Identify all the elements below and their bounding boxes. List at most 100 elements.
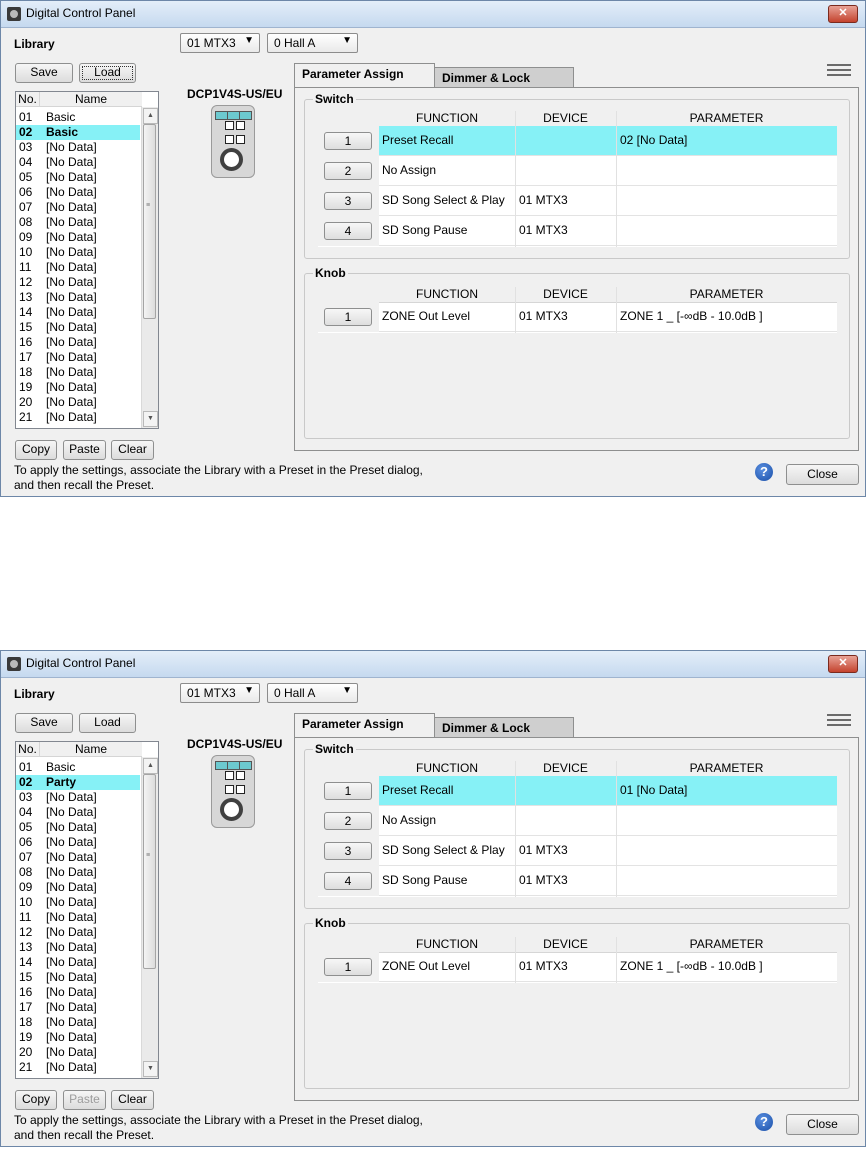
preset-dropdown[interactable]: 0 Hall A ▼	[267, 33, 358, 53]
list-item[interactable]: 02 Party	[16, 775, 140, 790]
device-dropdown[interactable]: 01 MTX3 ▼	[180, 683, 260, 703]
list-item[interactable]: 12 [No Data]	[16, 925, 140, 940]
preset-dropdown[interactable]: 0 Hall A ▼	[267, 683, 358, 703]
scroll-down-icon[interactable]: ▼	[143, 1061, 158, 1077]
list-item[interactable]: 07 [No Data]	[16, 200, 140, 215]
switch-row[interactable]: 4 SD Song Pause 01 MTX3	[318, 866, 837, 896]
title-bar[interactable]: Digital Control Panel ✕	[1, 1, 865, 28]
list-item[interactable]: 17 [No Data]	[16, 1000, 140, 1015]
list-item[interactable]: 20 [No Data]	[16, 395, 140, 410]
switch-assign-button[interactable]: 3	[324, 842, 372, 860]
switch-row[interactable]: 1 Preset Recall 01 [No Data]	[318, 776, 837, 806]
scroll-up-icon[interactable]: ▲	[143, 758, 158, 774]
list-item[interactable]: 10 [No Data]	[16, 895, 140, 910]
list-item[interactable]: 05 [No Data]	[16, 170, 140, 185]
list-item[interactable]: 09 [No Data]	[16, 880, 140, 895]
menu-icon[interactable]	[827, 714, 851, 727]
switch-assign-button[interactable]: 2	[324, 812, 372, 830]
library-scrollbar[interactable]: ▲ ≡ ▼	[141, 107, 158, 428]
menu-icon[interactable]	[827, 64, 851, 77]
list-item[interactable]: 08 [No Data]	[16, 865, 140, 880]
scroll-thumb[interactable]	[143, 774, 156, 969]
title-bar[interactable]: Digital Control Panel ✕	[1, 651, 865, 678]
help-icon[interactable]: ?	[755, 1113, 773, 1131]
list-item[interactable]: 15 [No Data]	[16, 320, 140, 335]
list-item[interactable]: 14 [No Data]	[16, 305, 140, 320]
list-item[interactable]: 11 [No Data]	[16, 260, 140, 275]
save-button[interactable]: Save	[15, 713, 73, 733]
list-item[interactable]: 21 [No Data]	[16, 1060, 140, 1075]
list-header-name[interactable]: Name	[40, 742, 142, 757]
list-item[interactable]: 08 [No Data]	[16, 215, 140, 230]
list-header-no[interactable]: No.	[16, 742, 40, 757]
knob-row[interactable]: 1 ZONE Out Level 01 MTX3 ZONE 1 _ [-∞dB - 1…	[318, 952, 837, 982]
list-item[interactable]: 03 [No Data]	[16, 140, 140, 155]
list-item[interactable]: 02 Basic	[16, 125, 140, 140]
knob-row[interactable]: 1 ZONE Out Level 01 MTX3 ZONE 1 _ [-∞dB - 1…	[318, 302, 837, 332]
clear-button[interactable]: Clear	[111, 440, 154, 460]
clear-button[interactable]: Clear	[111, 1090, 154, 1110]
library-list[interactable]: No. Name 01 Basic 02 Party 03 [No Data] 04 [No …	[15, 741, 159, 1079]
switch-assign-button[interactable]: 4	[324, 222, 372, 240]
switch-row[interactable]: 1 Preset Recall 02 [No Data]	[318, 126, 837, 156]
list-item[interactable]: 19 [No Data]	[16, 1030, 140, 1045]
list-item[interactable]: 21 [No Data]	[16, 410, 140, 425]
list-item[interactable]: 05 [No Data]	[16, 820, 140, 835]
list-item[interactable]: 07 [No Data]	[16, 850, 140, 865]
load-button[interactable]: Load	[79, 713, 136, 733]
copy-button[interactable]: Copy	[15, 1090, 57, 1110]
list-item[interactable]: 04 [No Data]	[16, 805, 140, 820]
tab-dimmer-lock[interactable]: Dimmer & Lock	[434, 717, 574, 737]
copy-button[interactable]: Copy	[15, 440, 57, 460]
list-item[interactable]: 06 [No Data]	[16, 185, 140, 200]
library-list[interactable]: No. Name 01 Basic 02 Basic 03 [No Data] 04 [No …	[15, 91, 159, 429]
list-item[interactable]: 18 [No Data]	[16, 1015, 140, 1030]
list-item[interactable]: 16 [No Data]	[16, 985, 140, 1000]
close-button[interactable]: Close	[786, 1114, 859, 1135]
scroll-up-icon[interactable]: ▲	[143, 108, 158, 124]
tab-parameter-assign[interactable]: Parameter Assign	[294, 63, 435, 87]
help-icon[interactable]: ?	[755, 463, 773, 481]
close-window-icon[interactable]: ✕	[828, 655, 858, 673]
tab-parameter-assign[interactable]: Parameter Assign	[294, 713, 435, 737]
list-item[interactable]: 06 [No Data]	[16, 835, 140, 850]
switch-row[interactable]: 3 SD Song Select & Play 01 MTX3	[318, 836, 837, 866]
switch-assign-button[interactable]: 4	[324, 872, 372, 890]
list-item[interactable]: 19 [No Data]	[16, 380, 140, 395]
knob-assign-button[interactable]: 1	[324, 308, 372, 326]
list-item[interactable]: 13 [No Data]	[16, 290, 140, 305]
switch-assign-button[interactable]: 2	[324, 162, 372, 180]
switch-row[interactable]: 4 SD Song Pause 01 MTX3	[318, 216, 837, 246]
switch-assign-button[interactable]: 1	[324, 132, 372, 150]
list-item[interactable]: 01 Basic	[16, 760, 140, 775]
switch-row[interactable]: 2 No Assign	[318, 156, 837, 186]
library-scrollbar[interactable]: ▲ ≡ ▼	[141, 757, 158, 1078]
paste-button[interactable]: Paste	[63, 1090, 106, 1110]
save-button[interactable]: Save	[15, 63, 73, 83]
switch-row[interactable]: 3 SD Song Select & Play 01 MTX3	[318, 186, 837, 216]
device-dropdown[interactable]: 01 MTX3 ▼	[180, 33, 260, 53]
knob-assign-button[interactable]: 1	[324, 958, 372, 976]
list-item[interactable]: 15 [No Data]	[16, 970, 140, 985]
list-item[interactable]: 12 [No Data]	[16, 275, 140, 290]
list-item[interactable]: 13 [No Data]	[16, 940, 140, 955]
load-button[interactable]: Load	[79, 63, 136, 83]
list-header-no[interactable]: No.	[16, 92, 40, 107]
scroll-thumb[interactable]	[143, 124, 156, 319]
scroll-down-icon[interactable]: ▼	[143, 411, 158, 427]
list-item[interactable]: 04 [No Data]	[16, 155, 140, 170]
list-header-name[interactable]: Name	[40, 92, 142, 107]
close-window-icon[interactable]: ✕	[828, 5, 858, 23]
list-item[interactable]: 20 [No Data]	[16, 1045, 140, 1060]
switch-assign-button[interactable]: 3	[324, 192, 372, 210]
tab-dimmer-lock[interactable]: Dimmer & Lock	[434, 67, 574, 87]
list-item[interactable]: 10 [No Data]	[16, 245, 140, 260]
list-item[interactable]: 17 [No Data]	[16, 350, 140, 365]
list-item[interactable]: 18 [No Data]	[16, 365, 140, 380]
list-item[interactable]: 09 [No Data]	[16, 230, 140, 245]
switch-row[interactable]: 2 No Assign	[318, 806, 837, 836]
switch-assign-button[interactable]: 1	[324, 782, 372, 800]
close-button[interactable]: Close	[786, 464, 859, 485]
list-item[interactable]: 11 [No Data]	[16, 910, 140, 925]
list-item[interactable]: 16 [No Data]	[16, 335, 140, 350]
